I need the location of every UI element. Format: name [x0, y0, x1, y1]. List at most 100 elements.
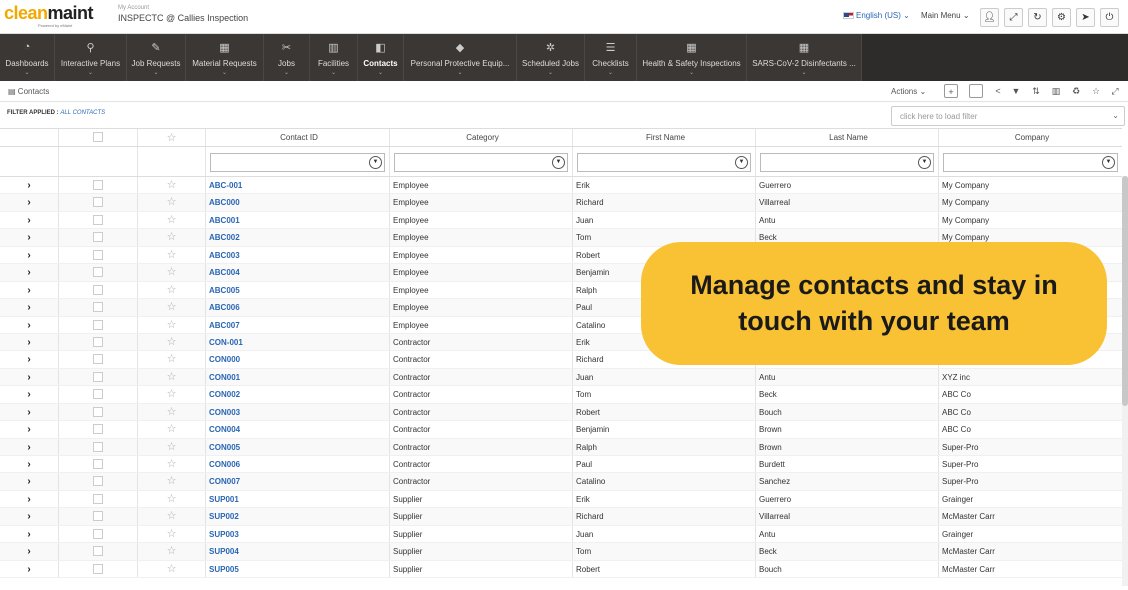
- contact-id-link[interactable]: CON002: [209, 390, 240, 399]
- contact-id-link[interactable]: SUP004: [209, 547, 239, 556]
- contact-id-link[interactable]: SUP005: [209, 565, 239, 574]
- contact-id-link[interactable]: ABC002: [209, 233, 240, 242]
- nav-jobs[interactable]: ✂ Jobs ⌄: [264, 34, 310, 81]
- row-expand[interactable]: ›: [0, 194, 59, 211]
- star-icon[interactable]: ☆: [167, 493, 177, 505]
- table-row[interactable]: › ☆ CON001 Contractor Juan Antu XYZ inc: [0, 368, 1122, 387]
- row-expand[interactable]: ›: [0, 421, 59, 438]
- star-icon[interactable]: ☆: [167, 441, 177, 453]
- filter-options-icon[interactable]: ▼: [369, 156, 382, 169]
- filter-button[interactable]: ▼: [1009, 84, 1023, 98]
- table-row[interactable]: › ☆ SUP002 Supplier Richard Villarreal McMaste…: [0, 508, 1122, 526]
- star-icon[interactable]: ☆: [167, 214, 177, 226]
- table-row[interactable]: › ☆ CON006 Contractor Paul Burdett Super-Pro: [0, 456, 1122, 474]
- contact-id-link[interactable]: ABC003: [209, 251, 240, 260]
- row-expand[interactable]: ›: [0, 368, 59, 386]
- expand-button[interactable]: ⤢: [1108, 84, 1122, 98]
- col-contact-id[interactable]: Contact ID: [206, 129, 390, 146]
- star-icon[interactable]: ☆: [167, 353, 177, 365]
- refresh-list-button[interactable]: ♻: [1069, 84, 1083, 98]
- row-expand[interactable]: ›: [0, 508, 59, 525]
- columns-button[interactable]: ▥: [1049, 84, 1063, 98]
- row-checkbox[interactable]: [93, 546, 103, 557]
- table-row[interactable]: › ☆ CON003 Contractor Robert Bouch ABC Co: [0, 403, 1122, 422]
- nav-scheduled-jobs[interactable]: ✲ Scheduled Jobs ⌄: [517, 34, 585, 81]
- star-icon[interactable]: ☆: [167, 475, 177, 487]
- col-first-name[interactable]: First Name: [573, 129, 756, 146]
- contact-id-link[interactable]: CON007: [209, 477, 240, 486]
- contact-id-link[interactable]: CON000: [209, 355, 240, 364]
- main-menu-button[interactable]: Main Menu ⌄: [921, 11, 970, 20]
- contact-id-link[interactable]: ABC000: [209, 198, 240, 207]
- row-checkbox[interactable]: [93, 371, 103, 382]
- row-expand[interactable]: ›: [0, 299, 59, 316]
- language-selector[interactable]: English (US) ⌄: [843, 11, 910, 20]
- contact-id-link[interactable]: CON004: [209, 425, 240, 434]
- star-icon[interactable]: ☆: [167, 528, 177, 540]
- refresh-button[interactable]: ↻: [1028, 8, 1047, 27]
- row-checkbox[interactable]: [93, 406, 103, 417]
- contact-id-link[interactable]: CON005: [209, 443, 240, 452]
- table-row[interactable]: › ☆ SUP005 Supplier Robert Bouch McMaster Carr: [0, 560, 1122, 579]
- contact-id-link[interactable]: CON006: [209, 460, 240, 469]
- contact-id-link[interactable]: CON003: [209, 408, 240, 417]
- row-checkbox[interactable]: [93, 476, 103, 487]
- share-button[interactable]: <: [991, 84, 1005, 98]
- grid-scrollbar[interactable]: [1122, 176, 1128, 586]
- row-checkbox[interactable]: [93, 197, 103, 208]
- table-row[interactable]: › ☆ SUP001 Supplier Erik Guerrero Grainger: [0, 490, 1122, 509]
- table-row[interactable]: › ☆ ABC-001 Employee Erik Guerrero My Company: [0, 177, 1122, 195]
- row-expand[interactable]: ›: [0, 211, 59, 229]
- contact-id-link[interactable]: SUP002: [209, 512, 239, 521]
- table-row[interactable]: › ☆ ABC001 Employee Juan Antu My Company: [0, 211, 1122, 230]
- table-row[interactable]: › ☆ CON005 Contractor Ralph Brown Super-Pro: [0, 438, 1122, 456]
- filter-value[interactable]: ALL CONTACTS: [60, 110, 105, 116]
- col-last-name[interactable]: Last Name: [756, 129, 939, 146]
- location-button[interactable]: ➤: [1076, 8, 1095, 27]
- select-toggle[interactable]: [969, 84, 983, 98]
- nav-facilities[interactable]: ▥ Facilities ⌄: [310, 34, 358, 81]
- row-checkbox[interactable]: [93, 232, 103, 243]
- row-checkbox[interactable]: [93, 302, 103, 313]
- nav-sars-cov-2[interactable]: ▦ SARS-CoV-2 Disinfectants ... ⌄: [747, 34, 862, 81]
- contact-id-link[interactable]: ABC005: [209, 286, 240, 295]
- row-expand[interactable]: ›: [0, 543, 59, 560]
- star-icon[interactable]: ☆: [167, 371, 177, 383]
- star-icon[interactable]: ☆: [167, 266, 177, 278]
- row-expand[interactable]: ›: [0, 403, 59, 421]
- row-checkbox[interactable]: [93, 284, 103, 295]
- nav-dashboards[interactable]: ◔ Dashboards ⌄: [0, 34, 55, 81]
- user-button[interactable]: 👤︎: [980, 8, 999, 27]
- star-icon[interactable]: ☆: [167, 179, 177, 191]
- star-icon[interactable]: ☆: [167, 301, 177, 313]
- filter-options-icon[interactable]: ▼: [735, 156, 748, 169]
- contact-id-filter-input[interactable]: ▼: [210, 153, 385, 172]
- nav-contacts[interactable]: ◧ Contacts ⌄: [358, 34, 404, 81]
- star-icon[interactable]: ☆: [167, 388, 177, 400]
- col-company[interactable]: Company: [939, 129, 1122, 146]
- row-checkbox[interactable]: [93, 180, 103, 190]
- contact-id-link[interactable]: ABC007: [209, 321, 240, 330]
- account-info[interactable]: My Account INSPECTC @ Callies Inspection: [118, 5, 248, 23]
- row-expand[interactable]: ›: [0, 525, 59, 543]
- last-name-filter-input[interactable]: ▼: [760, 153, 934, 172]
- row-expand[interactable]: ›: [0, 438, 59, 455]
- star-icon[interactable]: ☆: [167, 196, 177, 208]
- row-checkbox[interactable]: [93, 267, 103, 278]
- nav-material-requests[interactable]: ▦ Material Requests ⌄: [186, 34, 264, 81]
- select-all-checkbox[interactable]: [93, 132, 103, 142]
- row-expand[interactable]: ›: [0, 264, 59, 281]
- row-checkbox[interactable]: [93, 493, 103, 504]
- star-icon[interactable]: ☆: [167, 132, 177, 144]
- nav-ppe[interactable]: ◆ Personal Protective Equip... ⌄: [404, 34, 517, 81]
- star-icon[interactable]: ☆: [167, 231, 177, 243]
- row-checkbox[interactable]: [93, 249, 103, 260]
- row-expand[interactable]: ›: [0, 490, 59, 508]
- add-record-button[interactable]: +: [944, 84, 958, 98]
- nav-checklists[interactable]: ☰ Checklists ⌄: [585, 34, 637, 81]
- fullscreen-button[interactable]: ⤢: [1004, 8, 1023, 27]
- nav-job-requests[interactable]: ✎ Job Requests ⌄: [127, 34, 186, 81]
- favorite-button[interactable]: ☆: [1089, 84, 1103, 98]
- settings-button[interactable]: ⚙: [1052, 8, 1071, 27]
- sort-button[interactable]: ⇅: [1029, 84, 1043, 98]
